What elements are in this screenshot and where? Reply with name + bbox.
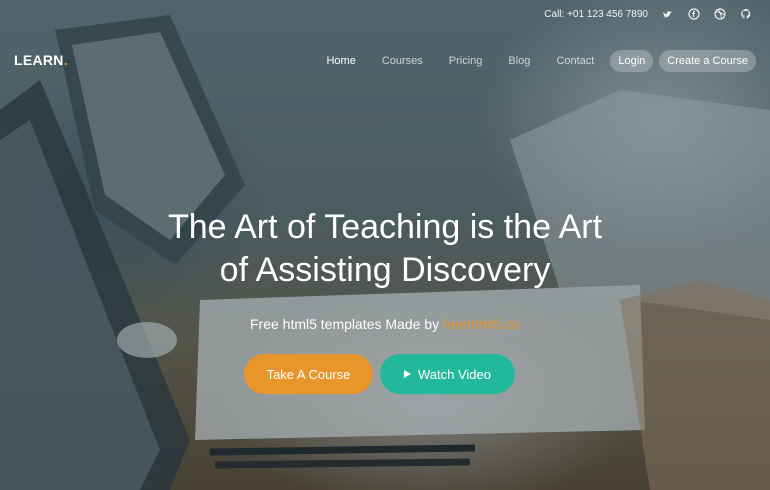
login-button[interactable]: Login [610,50,654,72]
play-icon [404,370,411,378]
nav-item-contact[interactable]: Contact [546,50,604,72]
watch-video-label: Watch Video [418,366,491,382]
freehtml5-link[interactable]: freehtml5.co [443,316,520,332]
brand-dot: . [63,52,68,68]
dribbble-icon[interactable] [714,8,726,20]
take-course-button[interactable]: Take A Course [244,354,373,394]
headline-line-1: The Art of Teaching is the Art [167,208,603,246]
top-bar: Call: +01 123 456 7890 [544,8,752,20]
main-nav: Home Courses Pricing Blog Contact Login … [316,50,756,72]
brand-name: LEARN [14,52,64,68]
nav-item-home[interactable]: Home [316,50,365,72]
hero-subtitle: Free html5 templates Made by freehtml5.c… [0,316,770,332]
phone-text: Call: +01 123 456 7890 [544,8,648,20]
headline-line-2: of Assisting Discovery [219,251,551,289]
hero-headline: The Art of Teaching is the Art of Assist… [0,206,770,292]
create-course-button[interactable]: Create a Course [659,50,756,72]
nav-item-pricing[interactable]: Pricing [439,50,493,72]
facebook-icon[interactable] [688,8,700,20]
watch-video-button[interactable]: Watch Video [380,354,515,394]
github-icon[interactable] [740,8,752,20]
hero-section: Call: +01 123 456 7890 LEARN. Home Cours… [0,0,770,490]
brand-logo[interactable]: LEARN. [14,52,68,68]
nav-item-blog[interactable]: Blog [498,50,540,72]
subtitle-text: Free html5 templates Made by [249,316,443,332]
nav-item-courses[interactable]: Courses [372,50,433,72]
take-course-label: Take A Course [266,366,351,382]
twitter-icon[interactable] [662,8,674,20]
